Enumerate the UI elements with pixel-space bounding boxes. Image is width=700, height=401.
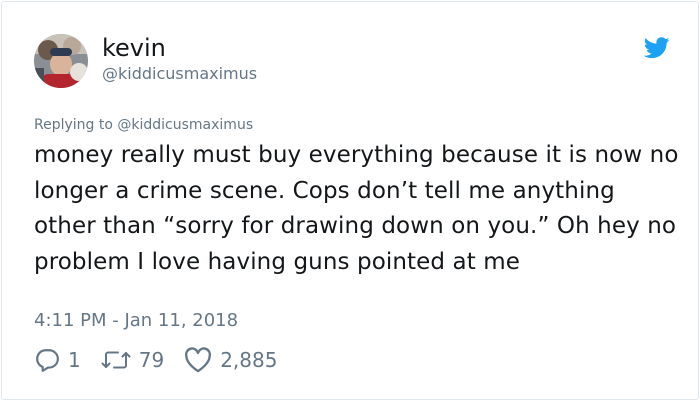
reply-icon (36, 349, 59, 372)
like-count: 2,885 (220, 348, 278, 372)
display-name[interactable]: kevin (102, 33, 166, 63)
heart-icon (185, 347, 212, 373)
user-handle[interactable]: @kiddicusmaximus (102, 64, 257, 84)
reply-count: 1 (68, 348, 81, 372)
avatar[interactable] (34, 34, 88, 88)
replying-to-prefix: Replying to (34, 117, 113, 133)
tweet-actions: 1 79 2,885 (34, 344, 297, 376)
like-button[interactable]: 2,885 (184, 347, 277, 373)
tweet-timestamp[interactable]: 4:11 PM - Jan 11, 2018 (34, 308, 238, 334)
retweet-count: 79 (138, 348, 165, 372)
retweet-button[interactable]: 79 (101, 347, 164, 373)
reply-button[interactable]: 1 (34, 347, 81, 373)
avatar-image (34, 34, 88, 88)
tweet-text: money really must buy everything because… (34, 142, 679, 275)
twitter-bird-icon[interactable] (643, 37, 670, 59)
replying-to-mention[interactable]: @kiddicusmaximus (117, 117, 253, 133)
retweet-icon (101, 351, 131, 369)
replying-to-line: Replying to @kiddicusmaximus (34, 116, 253, 134)
tweet-card: kevin @kiddicusmaximus Replying to @kidd… (1, 1, 699, 400)
